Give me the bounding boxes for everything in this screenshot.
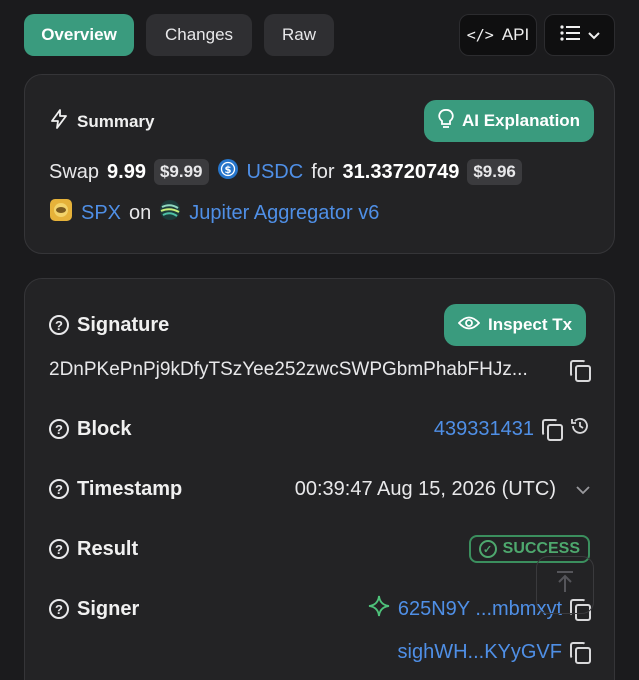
block-label: Block [77,417,132,440]
svg-text:$: $ [224,165,231,176]
help-icon: ? [49,315,69,335]
swap-word: Swap [49,160,100,183]
details-card: Inspect Tx ? Signature 2DnPKePnPj9kDfyTS… [24,278,615,680]
tab-raw[interactable]: Raw [264,14,334,56]
summary-card: Summary AI Explanation Swap 9.99 $9.99 $… [24,74,615,254]
result-label: Result [77,537,139,560]
block-row: ? Block 439331431 [49,414,590,444]
menu-button[interactable] [544,14,615,56]
ai-explanation-label: AI Explanation [462,111,581,130]
signer-label: Signer [77,597,140,620]
jupiter-icon [159,199,181,227]
token-out-link[interactable]: SPX [81,202,121,225]
signer-link-2[interactable]: sighWH...KYyGVF [398,641,562,664]
spx-token-icon [49,198,73,228]
help-icon: ? [49,419,69,439]
code-icon: </> [466,26,494,44]
inspect-tx-button[interactable]: Inspect Tx [444,304,587,346]
check-circle-icon: ✓ [478,540,497,558]
tab-overview[interactable]: Overview [24,14,134,56]
lightning-icon [49,109,69,134]
program-link[interactable]: Jupiter Aggregator v6 [189,202,379,225]
chevron-down-icon [587,25,600,45]
result-row: ? Result ✓ SUCCESS [49,534,590,564]
copy-icon[interactable] [570,360,591,382]
tab-changes[interactable]: Changes [146,14,252,56]
amount-out: 31.33720749 [342,160,460,183]
signature-value: 2DnPKePnPj9kDfyTSzYee252zwcSWPGbmPhabFHJ… [49,359,528,380]
signer-row-2: sighWH...KYyGVF [49,637,591,667]
help-icon: ? [49,539,69,559]
help-icon: ? [49,599,69,619]
signature-label: Signature [77,313,170,336]
timestamp-row: ? Timestamp 00:39:47 Aug 15, 2026 (UTC) [49,474,590,504]
token-in-link[interactable]: USDC [247,161,304,184]
timestamp-label: Timestamp [77,477,183,500]
signature-value-row: 2DnPKePnPj9kDfyTSzYee252zwcSWPGbmPhabFHJ… [49,355,591,385]
on-word: on [129,201,152,224]
view-tabs: Overview Changes Raw </> API [24,14,615,56]
list-icon [559,24,580,46]
swap-line-1: Swap 9.99 $9.99 $ USDC for 31.33720749 $… [49,158,522,186]
amount-out-usd: $9.96 [467,159,522,185]
copy-icon[interactable] [570,642,591,664]
amount-in: 9.99 [107,160,146,183]
for-word: for [311,160,335,183]
signature-row: ? Signature [49,310,434,340]
signer-row: ? Signer 625N9Y ...mbmxyt [49,594,591,624]
inspect-tx-label: Inspect Tx [488,315,573,334]
timestamp-value: 00:39:47 Aug 15, 2026 (UTC) [294,477,556,500]
scroll-to-top-button[interactable] [536,556,594,614]
chevron-down-icon[interactable] [576,478,590,501]
sparkle-icon [368,595,390,623]
usdc-token-icon: $ [217,158,239,186]
api-label: API [501,25,530,44]
lightbulb-icon [438,108,454,134]
history-icon[interactable] [570,416,590,442]
summary-header: Summary [49,109,154,134]
copy-icon[interactable] [542,419,563,441]
summary-title: Summary [77,111,155,131]
eye-icon [457,315,481,336]
swap-line-2: SPX on Jupiter Aggregator v6 [49,198,379,228]
amount-in-usd: $9.99 [153,159,209,185]
api-button[interactable]: </> API [459,14,537,56]
block-link[interactable]: 439331431 [434,418,534,441]
help-icon: ? [49,479,69,499]
ai-explanation-button[interactable]: AI Explanation [424,100,595,142]
arrow-up-icon [554,570,576,601]
